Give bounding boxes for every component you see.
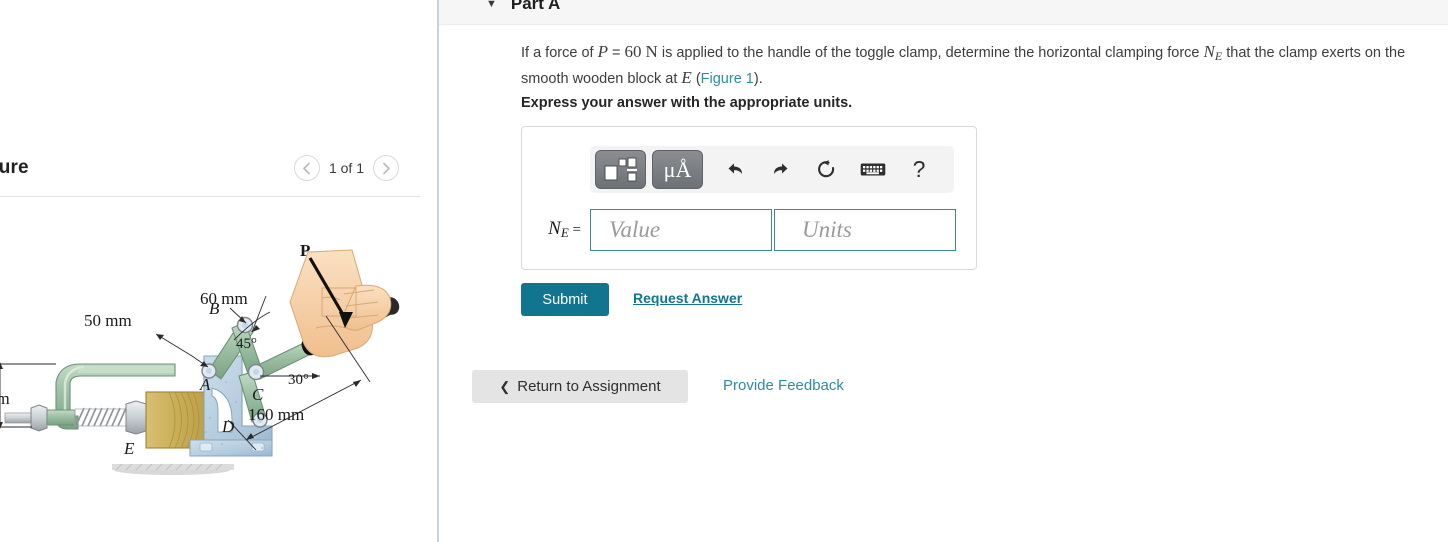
figure-label-angle-45: 45° — [236, 336, 257, 352]
return-to-assignment-button[interactable]: ❮ Return to Assignment — [472, 370, 688, 403]
question-equals: = — [607, 45, 625, 61]
figure-next-button[interactable] — [373, 155, 399, 181]
answer-toolbar: μÅ ? — [590, 146, 954, 193]
hand-gripping-handle — [289, 249, 392, 358]
toggle-clamp-figure: P 60 mm 50 mm 75 mm 160 mm 45° 30° A B C… — [0, 236, 430, 506]
express-answer-instruction: Express your answer with the appropriate… — [521, 95, 853, 111]
figure-pane: Figure 1 of 1 — [0, 0, 437, 542]
undo-glyph — [728, 163, 742, 174]
figure-pager: 1 of 1 — [293, 146, 399, 190]
reset-icon[interactable] — [804, 150, 850, 189]
keyboard-icon[interactable] — [850, 150, 896, 189]
question-mid: is applied to the handle of the toggle c… — [657, 45, 1204, 61]
units-icon-label: μÅ — [663, 156, 692, 182]
figure-label-dim-50: 50 mm — [84, 311, 132, 330]
answer-entry-box: μÅ ? NE = Value Units — [521, 126, 977, 270]
figure-prev-button[interactable] — [293, 155, 320, 181]
figure-label-angle-30: 30° — [288, 372, 309, 388]
figure-label-dim-75: 75 mm — [0, 389, 10, 408]
reset-glyph — [818, 159, 835, 177]
answer-units-input[interactable] — [774, 208, 956, 251]
figure-label-point-b: B — [209, 299, 220, 318]
toggle-clamp-drawing: P 60 mm 50 mm 75 mm 160 mm 45° 30° A B C… — [0, 241, 400, 475]
provide-feedback-link[interactable]: Provide Feedback — [723, 377, 844, 394]
question-pane: ▼ Part A If a force of P = 60 N is appli… — [439, 0, 1448, 542]
question-prefix: If a force of — [521, 45, 598, 61]
figure-header: Figure 1 of 1 — [0, 146, 421, 190]
question-unit-newton: N — [645, 42, 658, 61]
chevron-right-icon — [382, 162, 390, 174]
answer-input-row: NE = — [522, 207, 978, 252]
redo-glyph — [774, 163, 788, 174]
figure-header-divider — [0, 196, 420, 197]
figure-label-force: P — [300, 241, 310, 260]
help-icon-label: ? — [912, 156, 926, 182]
figure-label-dim-160: 160 mm — [248, 405, 304, 424]
question-text: If a force of P = 60 N is applied to the… — [521, 41, 1448, 90]
figure-label-point-e: E — [123, 439, 135, 458]
answer-label-n: N — [548, 218, 561, 239]
help-icon[interactable]: ? — [896, 150, 942, 189]
page-root: Figure 1 of 1 — [0, 0, 1448, 542]
redo-icon[interactable] — [758, 150, 804, 189]
ground-surface — [112, 463, 234, 475]
part-title: Part A — [510, 0, 561, 13]
undo-icon[interactable] — [712, 150, 758, 189]
question-value-60: 60 — [624, 42, 642, 61]
submit-button[interactable]: Submit — [521, 283, 609, 316]
question-paren-close: ). — [753, 71, 763, 87]
request-answer-link[interactable]: Request Answer — [633, 290, 742, 306]
micro-angstrom-units-icon[interactable]: μÅ — [652, 150, 703, 189]
figure-pager-label: 1 of 1 — [328, 160, 364, 176]
chevron-left-icon — [303, 162, 311, 174]
keyboard-glyph — [860, 163, 886, 176]
return-to-assignment-label: Return to Assignment — [517, 378, 661, 395]
question-var-e: E — [681, 68, 692, 87]
figure-label-dim-60: 60 mm — [200, 289, 248, 308]
part-header[interactable]: ▼ Part A — [439, 0, 1448, 25]
answer-variable-label: NE = — [522, 218, 590, 241]
math-template-icon[interactable] — [595, 150, 646, 189]
figure-label-point-a: A — [199, 375, 211, 394]
math-template-glyph — [604, 157, 637, 182]
answer-value-input[interactable] — [590, 208, 772, 251]
chevron-left-icon: ❮ — [499, 379, 511, 394]
question-var-ne: N — [1203, 42, 1215, 61]
answer-label-subscript: E — [560, 225, 569, 240]
question-var-p: P — [597, 42, 608, 61]
chevron-down-icon[interactable]: ▼ — [486, 0, 497, 10]
figure-label-point-c: C — [252, 385, 264, 404]
figure-1-link[interactable]: Figure 1 — [701, 71, 754, 87]
figure-title: Figure — [0, 157, 29, 178]
question-paren-open: ( — [691, 71, 701, 87]
figure-label-point-d: D — [221, 417, 235, 436]
answer-label-equals: = — [568, 222, 581, 238]
